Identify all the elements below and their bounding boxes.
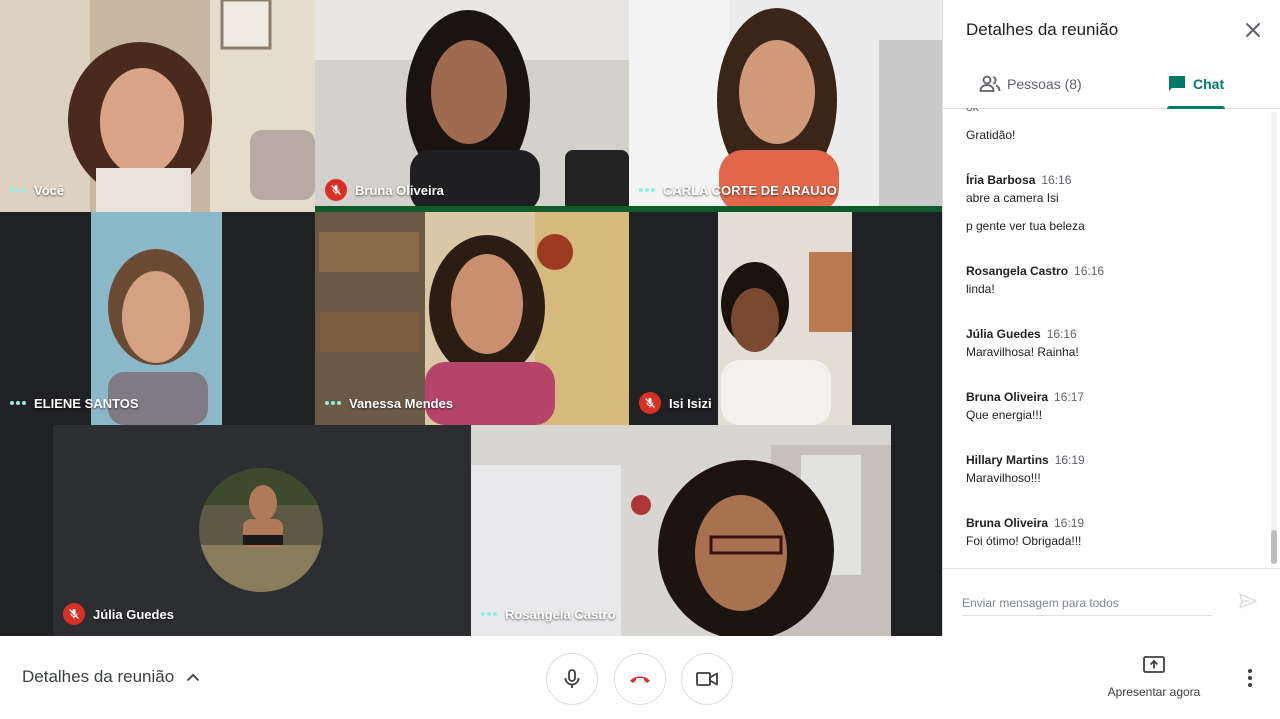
chat-scrollbar[interactable] bbox=[1271, 112, 1277, 564]
camera-button[interactable] bbox=[681, 653, 733, 705]
participant-name: Isi Isizi bbox=[639, 391, 712, 415]
chat-sender: Rosangela Castro bbox=[966, 264, 1069, 278]
participant-name: Vanessa Mendes bbox=[325, 391, 453, 415]
chat-message-text: Gratidão! bbox=[966, 128, 1016, 142]
participant-tile-isi-isizi[interactable]: Isi Isizi bbox=[629, 212, 942, 425]
chat-message-header: Íria Barbosa 16:16 bbox=[966, 173, 1071, 187]
more-options-button[interactable] bbox=[1240, 666, 1260, 690]
chat-composer bbox=[943, 568, 1280, 637]
chevron-up-icon bbox=[187, 673, 200, 682]
chat-message-text: linda! bbox=[966, 282, 995, 296]
chat-time: 16:16 bbox=[1041, 173, 1072, 187]
chat-sender: Hillary Martins bbox=[966, 453, 1049, 467]
microphone-icon bbox=[564, 669, 580, 688]
chat-time: 16:19 bbox=[1054, 516, 1085, 530]
chat-message-header: Júlia Guedes 16:16 bbox=[966, 327, 1077, 341]
bottom-control-bar: Detalhes da reunião Apresentar agora bbox=[0, 636, 1280, 719]
participant-name: Você bbox=[10, 178, 64, 202]
video-grid: Você Bruna Oliveira CARLA CORTE DE ARAUJ… bbox=[0, 0, 942, 636]
camera-icon bbox=[696, 672, 718, 686]
audio-level-icon bbox=[481, 612, 497, 616]
chat-message-input[interactable] bbox=[962, 591, 1212, 616]
participant-name: Rosangela Castro bbox=[481, 602, 616, 626]
chat-message-text: Foi ótimo! Obrigada!!! bbox=[966, 534, 1082, 548]
close-panel-button[interactable] bbox=[1241, 18, 1265, 42]
chat-message-text: abre a camera Isi bbox=[966, 191, 1059, 205]
meeting-details-button[interactable]: Detalhes da reunião bbox=[22, 667, 200, 687]
chat-time: 16:16 bbox=[1074, 264, 1105, 278]
present-now-button[interactable]: Apresentar agora bbox=[1098, 656, 1210, 699]
panel-title: Detalhes da reunião bbox=[966, 20, 1119, 39]
chat-message-text: Maravilhoso!!! bbox=[966, 471, 1041, 485]
chat-message-header: Rosangela Castro 16:16 bbox=[966, 264, 1104, 278]
chat-message-header: Bruna Oliveira 16:17 bbox=[966, 390, 1084, 404]
mic-off-icon bbox=[63, 603, 85, 625]
tab-chat[interactable]: Chat bbox=[1167, 60, 1224, 108]
chat-time: 16:16 bbox=[1046, 327, 1077, 341]
chat-message-text: Maravilhosa! Rainha! bbox=[966, 345, 1079, 359]
close-icon bbox=[1246, 23, 1260, 37]
chat-time: 16:17 bbox=[1054, 390, 1085, 404]
mic-off-icon bbox=[639, 392, 661, 414]
microphone-button[interactable] bbox=[546, 653, 598, 705]
participant-tile-julia-guedes[interactable]: Júlia Guedes bbox=[53, 425, 471, 636]
chat-sender: Bruna Oliveira bbox=[966, 516, 1049, 530]
participant-tile-eliene-santos[interactable]: ELIENE SANTOS bbox=[0, 212, 315, 425]
send-message-button[interactable] bbox=[1239, 593, 1257, 614]
chat-sender: Bruna Oliveira bbox=[966, 390, 1049, 404]
chat-message-text: Que energia!!! bbox=[966, 408, 1043, 422]
chat-message-partial: ok bbox=[966, 108, 979, 114]
participant-tile-rosangela-castro[interactable]: Rosangela Castro bbox=[471, 425, 891, 636]
audio-level-icon bbox=[325, 401, 341, 405]
chat-time: 16:19 bbox=[1054, 453, 1085, 467]
participant-tile-vanessa-mendes[interactable]: Vanessa Mendes bbox=[315, 212, 629, 425]
scrollbar-thumb[interactable] bbox=[1271, 530, 1277, 564]
present-screen-icon bbox=[1143, 656, 1165, 673]
hang-up-icon bbox=[630, 676, 650, 683]
people-icon bbox=[979, 75, 1001, 92]
participant-tile-voce[interactable]: Você bbox=[0, 0, 315, 212]
chat-icon bbox=[1169, 76, 1185, 91]
participant-tile-bruna-oliveira[interactable]: Bruna Oliveira bbox=[315, 0, 629, 212]
participant-name: ELIENE SANTOS bbox=[10, 391, 139, 415]
panel-tabs: Pessoas (8) Chat bbox=[943, 60, 1280, 109]
hang-up-button[interactable] bbox=[614, 653, 666, 705]
chat-sender: Íria Barbosa bbox=[966, 173, 1036, 187]
send-icon bbox=[1239, 593, 1257, 609]
audio-level-icon bbox=[639, 188, 655, 192]
meeting-details-panel: Detalhes da reunião Pessoas (8) Chat ok … bbox=[942, 0, 1280, 636]
chat-message-header: Bruna Oliveira 16:19 bbox=[966, 516, 1084, 530]
more-vert-icon bbox=[1248, 669, 1252, 687]
participant-name: CARLA CORTE DE ARAUJO bbox=[639, 178, 837, 202]
mic-off-icon bbox=[325, 179, 347, 201]
audio-level-icon bbox=[10, 401, 26, 405]
chat-message-header: Hillary Martins 16:19 bbox=[966, 453, 1085, 467]
participant-name: Bruna Oliveira bbox=[325, 178, 444, 202]
participant-name: Júlia Guedes bbox=[63, 602, 174, 626]
tab-people[interactable]: Pessoas (8) bbox=[979, 60, 1082, 108]
participant-tile-carla[interactable]: CARLA CORTE DE ARAUJO bbox=[629, 0, 942, 212]
audio-level-icon bbox=[10, 188, 26, 192]
present-now-label: Apresentar agora bbox=[1107, 685, 1201, 699]
chat-sender: Júlia Guedes bbox=[966, 327, 1041, 341]
chat-message-list: ok Gratidão! Íria Barbosa 16:16 abre a ca… bbox=[943, 108, 1280, 568]
chat-message-text: p gente ver tua beleza bbox=[966, 219, 1085, 233]
